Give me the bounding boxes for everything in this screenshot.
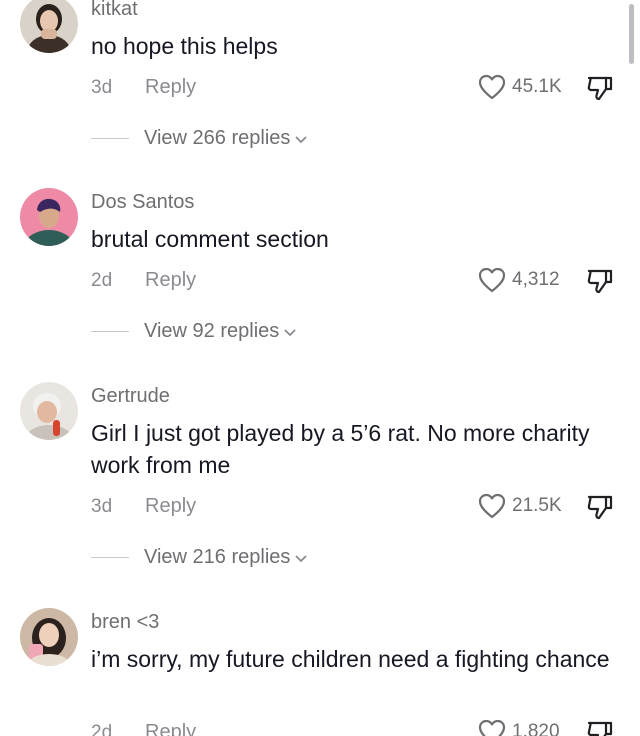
heart-outline-icon [478,719,506,736]
divider [91,557,129,558]
dislike-button[interactable] [586,493,614,526]
reply-button[interactable]: Reply [145,76,196,99]
heart-outline-icon [478,493,506,519]
scrollbar[interactable] [629,4,634,64]
view-replies-label: View 92 replies [144,320,280,342]
comment-item: bren <3 i’m sorry, my future children ne… [0,606,640,736]
comment-username[interactable]: Dos Santos [91,191,194,214]
thumbs-down-icon [587,495,613,520]
comment-age: 3d [91,496,113,517]
comment-age: 2d [91,270,113,291]
divider [91,331,129,332]
comment-username[interactable]: kitkat [91,0,138,21]
comment-text: no hope this helps [91,33,278,59]
reply-button[interactable]: Reply [145,495,196,518]
view-replies-button[interactable]: View 216 replies [91,546,308,569]
like-count: 1,820 [512,721,560,736]
reply-button[interactable]: Reply [145,721,196,736]
comment-age: 3d [91,77,113,98]
like-count: 4,312 [512,269,560,290]
view-replies-label: View 266 replies [144,127,291,149]
view-replies-button[interactable]: View 92 replies [91,320,297,343]
dislike-button[interactable] [586,719,614,736]
like-button[interactable]: 4,312 [478,267,560,293]
reply-button[interactable]: Reply [145,269,196,292]
comment-item: kitkat no hope this helps 3d Reply 45.1K… [0,0,640,170]
avatar[interactable] [20,608,78,666]
comment-age: 2d [91,722,113,736]
chevron-down-icon [284,328,296,336]
like-count: 45.1K [512,76,562,97]
like-button[interactable]: 1,820 [478,719,560,736]
dislike-button[interactable] [586,74,614,107]
comment-username[interactable]: Gertrude [91,385,170,408]
heart-outline-icon [478,267,506,293]
avatar[interactable] [20,0,78,53]
comment-text: brutal comment section [91,226,329,252]
dislike-button[interactable] [586,267,614,300]
comment-text: i’m sorry, my future children need a fig… [91,646,610,672]
comment-text: Girl I just got played by a 5’6 rat. No … [91,420,590,478]
chevron-down-icon [295,135,308,143]
thumbs-down-icon [587,269,613,294]
view-replies-label: View 216 replies [144,546,291,568]
avatar[interactable] [20,382,78,440]
comment-item: Gertrude Girl I just got played by a 5’6… [0,380,640,580]
thumbs-down-icon [587,721,613,736]
avatar[interactable] [20,188,78,246]
like-button[interactable]: 45.1K [478,74,562,100]
like-count: 21.5K [512,495,562,516]
divider [91,138,129,139]
comment-username[interactable]: bren <3 [91,611,159,634]
like-button[interactable]: 21.5K [478,493,562,519]
comment-item: Dos Santos brutal comment section 2d Rep… [0,186,640,356]
heart-outline-icon [478,74,506,100]
view-replies-button[interactable]: View 266 replies [91,127,308,150]
chevron-down-icon [295,554,308,562]
thumbs-down-icon [587,76,613,101]
